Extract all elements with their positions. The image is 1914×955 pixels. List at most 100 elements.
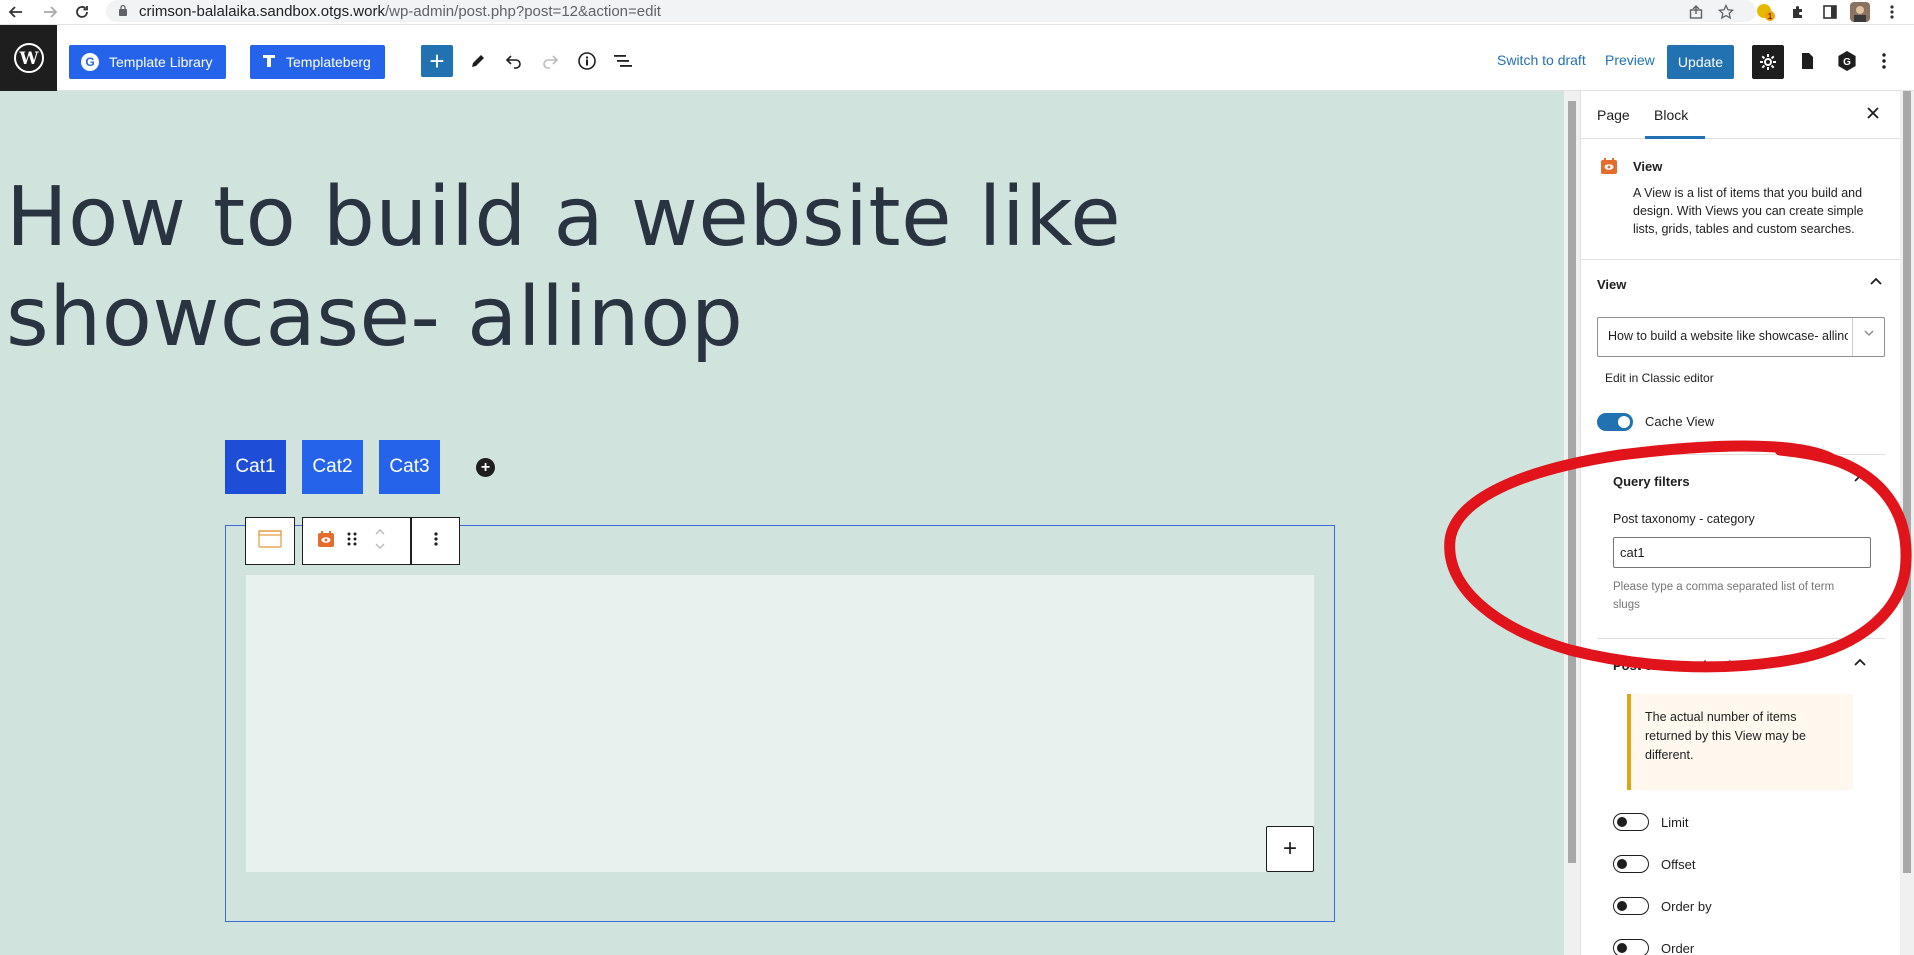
divider: [1581, 259, 1900, 260]
extension-badge-icon[interactable]: 1: [1756, 2, 1776, 22]
puzzle-icon[interactable]: [1788, 2, 1808, 22]
offset-toggle[interactable]: [1613, 855, 1649, 873]
switch-to-draft-button[interactable]: Switch to draft: [1497, 52, 1586, 68]
gutenverse-logo-icon: G: [81, 53, 99, 71]
order-by-toggle[interactable]: [1613, 897, 1649, 915]
toggle-knob: [1617, 943, 1627, 953]
template-library-label: Template Library: [109, 54, 213, 70]
order-by-label: Order by: [1661, 899, 1712, 914]
list-view-icon[interactable]: [607, 45, 639, 77]
details-info-icon[interactable]: [571, 45, 603, 77]
block-inserter-button[interactable]: +: [421, 45, 453, 77]
sidepanel-icon[interactable]: [1820, 2, 1840, 22]
view-block-card-icon: [1601, 158, 1617, 174]
redo-icon[interactable]: [534, 45, 566, 77]
template-kit-icon[interactable]: [1791, 45, 1823, 77]
more-options-icon[interactable]: [433, 531, 438, 552]
svg-text:W: W: [18, 49, 39, 69]
view-select[interactable]: How to build a website like showcase- al…: [1597, 317, 1885, 357]
limit-toggle[interactable]: [1613, 813, 1649, 831]
limit-label: Limit: [1661, 815, 1689, 830]
svg-text:G: G: [1843, 57, 1851, 68]
edit-classic-editor-link[interactable]: Edit in Classic editor: [1605, 371, 1714, 385]
close-icon[interactable]: [1866, 103, 1880, 126]
wordpress-logo-icon[interactable]: W: [0, 25, 57, 91]
inner-block-add-button[interactable]: +: [1266, 826, 1314, 872]
toggle-knob: [1617, 901, 1627, 911]
forward-arrow-icon[interactable]: [40, 2, 60, 22]
order-label: Order: [1661, 941, 1695, 955]
view-select-value: How to build a website like showcase- al…: [1608, 329, 1848, 343]
select-separator: [1852, 318, 1853, 356]
drag-handle-icon[interactable]: [347, 531, 357, 552]
url-host: crimson-balalaika.sandbox.otgs.work: [139, 3, 385, 20]
url-text: crimson-balalaika.sandbox.otgs.work/wp-a…: [139, 3, 661, 20]
url-path: /wp-admin/post.php?post=12&action=edit: [384, 3, 661, 20]
sidebar-tabs: Page Block: [1581, 91, 1900, 139]
view-block-icon[interactable]: [317, 530, 335, 553]
view-loop-area[interactable]: [246, 575, 1314, 872]
category-button-cat1[interactable]: Cat1: [225, 440, 286, 494]
editor-canvas[interactable]: How to build a website like showcase- al…: [0, 91, 1564, 955]
share-icon[interactable]: [1686, 2, 1706, 22]
active-tab-indicator: [1645, 136, 1705, 139]
view-panel-title[interactable]: View: [1597, 277, 1626, 292]
templateberg-logo-icon: [262, 53, 276, 72]
templateberg-label: Templateberg: [286, 54, 371, 70]
chevron-up-icon[interactable]: [1853, 472, 1867, 489]
parent-block-selector[interactable]: [245, 517, 295, 565]
toggle-knob: [1617, 817, 1627, 827]
settings-gear-icon[interactable]: [1752, 45, 1784, 79]
taxonomy-field-label: Post taxonomy - category: [1613, 512, 1755, 526]
edit-pencil-icon[interactable]: [462, 45, 494, 77]
query-filters-title[interactable]: Query filters: [1613, 474, 1690, 489]
lock-icon: [119, 4, 127, 16]
template-library-button[interactable]: G Template Library: [69, 45, 226, 79]
bookmark-star-icon[interactable]: [1716, 2, 1736, 22]
category-button-cat2[interactable]: Cat2: [302, 440, 363, 494]
order-toggle[interactable]: [1613, 939, 1649, 955]
sidebar-scrollbar[interactable]: [1900, 91, 1914, 955]
canvas-scroll-thumb[interactable]: [1568, 101, 1576, 863]
taxonomy-help-text: Please type a comma separated list of te…: [1613, 581, 1835, 611]
editor-header: W G Template Library Templateberg + Swit…: [0, 25, 1914, 91]
update-button[interactable]: Update: [1667, 45, 1734, 79]
cache-view-toggle[interactable]: [1597, 413, 1633, 431]
templateberg-button[interactable]: Templateberg: [250, 45, 385, 79]
move-up-down-icon[interactable]: [374, 526, 386, 557]
tab-block[interactable]: Block: [1654, 107, 1688, 123]
gutenverse-settings-icon[interactable]: G: [1831, 45, 1863, 77]
offset-label: Offset: [1661, 857, 1696, 872]
divider: [1597, 638, 1885, 639]
browser-menu-icon[interactable]: [1882, 2, 1902, 22]
options-menu-icon[interactable]: [1868, 45, 1900, 77]
tab-page[interactable]: Page: [1597, 107, 1630, 123]
warning-notice: The actual number of items returned by t…: [1627, 694, 1853, 790]
sidebar-scroll-thumb[interactable]: [1903, 91, 1911, 873]
add-block-icon[interactable]: +: [476, 458, 495, 477]
block-card-title: View: [1633, 159, 1663, 174]
profile-avatar-icon[interactable]: [1850, 2, 1870, 22]
post-count-order-title[interactable]: Post count and order: [1613, 658, 1744, 673]
chevron-down-icon[interactable]: [1863, 327, 1875, 342]
chevron-up-icon[interactable]: [1869, 275, 1883, 292]
undo-icon[interactable]: [498, 45, 530, 77]
block-toolbar-main: [302, 517, 411, 565]
reload-icon[interactable]: [72, 2, 92, 22]
preview-button[interactable]: Preview: [1605, 52, 1655, 68]
block-card-description: A View is a list of items that you build…: [1633, 186, 1864, 236]
back-arrow-icon[interactable]: [6, 2, 26, 22]
settings-sidebar: Page Block View A View is a list of item…: [1580, 91, 1900, 955]
taxonomy-terms-input[interactable]: [1613, 537, 1871, 568]
svg-text:1: 1: [1768, 12, 1773, 21]
parent-container-icon[interactable]: [258, 529, 282, 554]
toggle-knob: [1618, 416, 1630, 428]
category-button-cat3[interactable]: Cat3: [379, 440, 440, 494]
block-options-button[interactable]: [411, 517, 460, 565]
canvas-scrollbar[interactable]: [1564, 91, 1580, 955]
post-title[interactable]: How to build a website like showcase- al…: [6, 168, 1206, 368]
browser-toolbar: crimson-balalaika.sandbox.otgs.work/wp-a…: [0, 0, 1914, 25]
cache-view-label: Cache View: [1645, 414, 1715, 429]
divider: [1597, 454, 1885, 455]
chevron-up-icon[interactable]: [1853, 656, 1867, 673]
